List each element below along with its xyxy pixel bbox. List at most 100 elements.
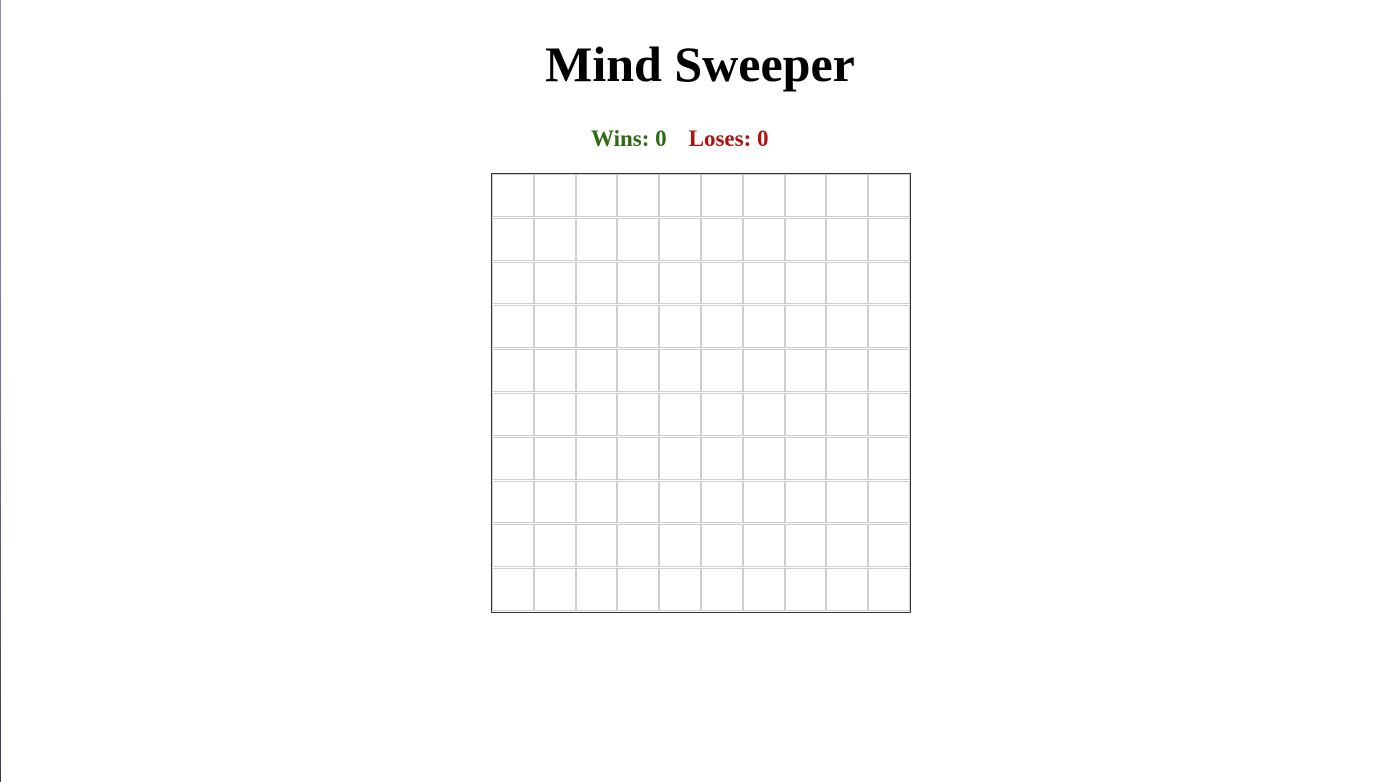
board-cell[interactable] [784,392,827,436]
board-cell[interactable] [868,568,910,611]
board-cell[interactable] [659,217,701,261]
board-cell[interactable] [575,217,618,261]
board-cell[interactable] [533,524,576,568]
board-cell[interactable] [492,524,534,568]
board-cell[interactable] [659,524,701,568]
board-cell[interactable] [742,568,785,611]
board-cell[interactable] [492,217,534,261]
board-cell[interactable] [533,480,576,524]
board-cell[interactable] [659,480,701,524]
board-cell[interactable] [826,480,869,524]
board-cell[interactable] [868,480,910,524]
board-cell[interactable] [617,392,660,436]
board-cell[interactable] [742,217,785,261]
board-cell[interactable] [617,217,660,261]
board-cell[interactable] [784,436,827,480]
board-cell[interactable] [617,568,660,611]
board-cell[interactable] [533,392,576,436]
board-cell[interactable] [700,349,743,392]
board-cell[interactable] [617,436,660,480]
board-cell[interactable] [575,436,618,480]
board-cell[interactable] [700,480,743,524]
board-cell[interactable] [617,174,660,217]
board-cell[interactable] [700,436,743,480]
board-cell[interactable] [575,480,618,524]
board-cell[interactable] [533,436,576,480]
board-cell[interactable] [742,349,785,392]
board-cell[interactable] [575,305,618,349]
board-cell[interactable] [659,305,701,349]
board-cell[interactable] [784,480,827,524]
board-cell[interactable] [533,261,576,305]
board-cell[interactable] [617,261,660,305]
board-cell[interactable] [700,524,743,568]
board-cell[interactable] [826,174,869,217]
board-cell[interactable] [659,392,701,436]
board-cell[interactable] [492,174,534,217]
board-cell[interactable] [659,568,701,611]
board-cell[interactable] [742,261,785,305]
board-cell[interactable] [868,524,910,568]
board-cell[interactable] [700,217,743,261]
board-cell[interactable] [575,568,618,611]
board-cell[interactable] [617,480,660,524]
board-cell[interactable] [826,392,869,436]
board-cell[interactable] [784,305,827,349]
board-cell[interactable] [492,392,534,436]
board-cell[interactable] [533,305,576,349]
board-cell[interactable] [492,480,534,524]
board-cell[interactable] [492,349,534,392]
board-cell[interactable] [784,524,827,568]
board-cell[interactable] [742,392,785,436]
board-cell[interactable] [492,568,534,611]
board-cell[interactable] [826,305,869,349]
board-cell[interactable] [742,436,785,480]
board-cell[interactable] [492,436,534,480]
board-cell[interactable] [700,174,743,217]
board-cell[interactable] [659,436,701,480]
board-cell[interactable] [617,349,660,392]
board-cell[interactable] [492,305,534,349]
board-cell[interactable] [868,436,910,480]
board-cell[interactable] [784,349,827,392]
board-cell[interactable] [826,217,869,261]
board-cell[interactable] [492,261,534,305]
board-cell[interactable] [784,261,827,305]
board-cell[interactable] [533,568,576,611]
board-cell[interactable] [784,217,827,261]
board-cell[interactable] [533,174,576,217]
board-cell[interactable] [659,349,701,392]
board-cell[interactable] [826,436,869,480]
board-cell[interactable] [575,349,618,392]
board-cell[interactable] [826,349,869,392]
board-cell[interactable] [868,217,910,261]
board-cell[interactable] [617,305,660,349]
board-cell[interactable] [868,349,910,392]
board-cell[interactable] [533,217,576,261]
board-cell[interactable] [742,524,785,568]
board-cell[interactable] [533,349,576,392]
board-cell[interactable] [868,174,910,217]
board-cell[interactable] [868,261,910,305]
board-cell[interactable] [826,568,869,611]
board-cell[interactable] [617,524,660,568]
board-cell[interactable] [659,174,701,217]
board-cell[interactable] [575,261,618,305]
board-cell[interactable] [700,392,743,436]
board-cell[interactable] [700,568,743,611]
board-cell[interactable] [575,174,618,217]
board-cell[interactable] [742,305,785,349]
board-cell[interactable] [784,568,827,611]
board-cell[interactable] [826,261,869,305]
board-cell[interactable] [659,261,701,305]
board-cell[interactable] [575,392,618,436]
board-cell[interactable] [700,261,743,305]
board-cell[interactable] [826,524,869,568]
board-cell[interactable] [742,174,785,217]
board-cell[interactable] [575,524,618,568]
board-cell[interactable] [868,305,910,349]
board-cell[interactable] [784,174,827,217]
board-cell[interactable] [742,480,785,524]
board-cell[interactable] [700,305,743,349]
board-cell[interactable] [868,392,910,436]
